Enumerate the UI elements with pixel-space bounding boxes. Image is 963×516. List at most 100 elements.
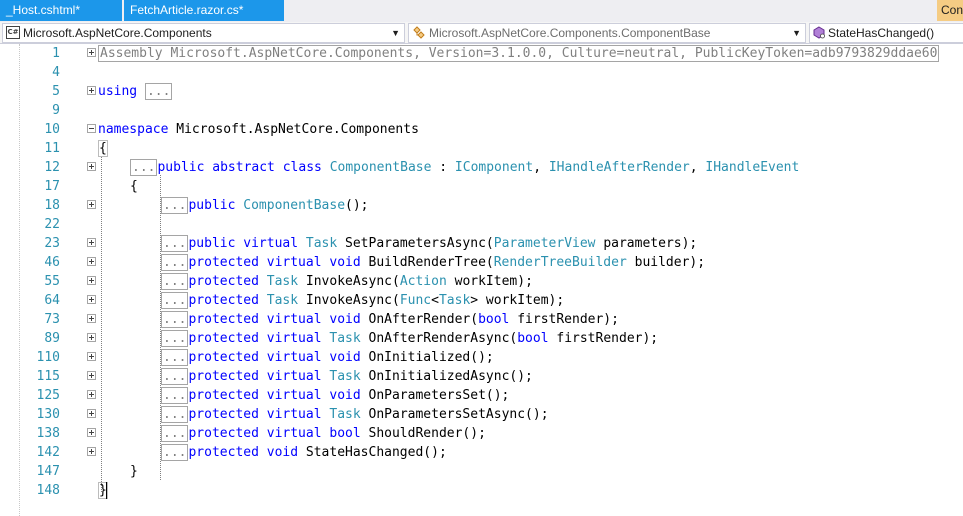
collapsed-region[interactable]: ...	[161, 292, 189, 309]
member-name: InvokeAsync(	[298, 293, 400, 308]
document-tab-bar: _Host.cshtml* FetchArticle.razor.cs* Con	[0, 0, 963, 22]
line-number: 110	[36, 350, 60, 365]
collapsed-region[interactable]: ...	[161, 197, 189, 214]
class-modifiers: public abstract class	[157, 160, 322, 175]
member-name: StateHasChanged();	[298, 445, 447, 460]
expand-icon[interactable]	[87, 238, 96, 247]
member-name: OnInitializedAsync();	[360, 369, 533, 384]
expand-icon[interactable]	[87, 276, 96, 285]
member-rest: builder);	[626, 255, 706, 270]
member-dropdown[interactable]: StateHasChanged()	[809, 23, 963, 43]
member-modifiers: protected virtual	[188, 407, 322, 422]
member-name: OnParametersSetAsync();	[360, 407, 549, 422]
code-line: 142 ... protected void StateHasChanged();	[0, 443, 963, 462]
expand-icon[interactable]	[87, 409, 96, 418]
member-return-type: Task	[329, 407, 361, 422]
member-name: ShouldRender();	[360, 426, 486, 441]
member-return-type: Task	[266, 293, 299, 308]
collapsed-region[interactable]: ...	[161, 235, 189, 252]
expand-icon[interactable]	[87, 48, 96, 57]
code-line: 138 ... protected virtual bool ShouldRend…	[0, 424, 963, 443]
line-number: 147	[36, 464, 60, 479]
expand-icon[interactable]	[87, 162, 96, 171]
class-separator: :	[431, 160, 455, 175]
collapsed-region[interactable]: ...	[161, 368, 189, 385]
interface-name: IHandleEvent	[705, 160, 800, 175]
line-number: 12	[44, 160, 60, 175]
param-type: Task	[438, 293, 471, 308]
member-name: InvokeAsync(	[298, 274, 400, 289]
line-number: 9	[52, 103, 60, 118]
text-caret	[106, 482, 107, 499]
line-number: 10	[44, 122, 60, 137]
code-line: 147 }	[0, 462, 963, 481]
collapsed-region[interactable]: ...	[161, 330, 189, 347]
collapsed-region[interactable]: ...	[161, 444, 189, 461]
member-name: OnAfterRender(	[360, 312, 479, 327]
line-number: 17	[44, 179, 60, 194]
expand-icon[interactable]	[87, 295, 96, 304]
collapsed-region[interactable]: ...	[130, 159, 158, 176]
expand-icon[interactable]	[87, 371, 96, 380]
expand-icon[interactable]	[87, 352, 96, 361]
expand-icon[interactable]	[87, 86, 96, 95]
collapsed-region[interactable]: ...	[161, 349, 189, 366]
code-line: 17 {	[0, 177, 963, 196]
member-modifiers: protected virtual	[188, 369, 322, 384]
code-line: 110 ... protected virtual void OnInitiali…	[0, 348, 963, 367]
code-editor[interactable]: 1 Assembly Microsoft.AspNetCore.Componen…	[0, 44, 963, 516]
expand-icon[interactable]	[87, 447, 96, 456]
code-line: 1 Assembly Microsoft.AspNetCore.Componen…	[0, 44, 963, 63]
member-name: OnAfterRenderAsync(	[360, 331, 518, 346]
line-number: 1	[52, 46, 60, 61]
navigation-bar: C# Microsoft.AspNetCore.Components ▼ Micr…	[0, 22, 963, 44]
param-type: RenderTreeBuilder	[493, 255, 627, 270]
assembly-header-collapsed[interactable]: Assembly Microsoft.AspNetCore.Components…	[98, 45, 940, 62]
code-line: 46 ... protected virtual void BuildRender…	[0, 253, 963, 272]
code-line: 9	[0, 101, 963, 120]
tab-overflow-preview[interactable]: Con	[937, 0, 963, 21]
line-number: 5	[52, 84, 60, 99]
collapsed-region[interactable]: ...	[161, 387, 189, 404]
member-modifiers: protected virtual void	[188, 388, 361, 403]
expand-icon[interactable]	[87, 257, 96, 266]
member-modifiers: protected virtual bool	[188, 426, 361, 441]
expand-icon[interactable]	[87, 314, 96, 323]
member-rest: parameters);	[595, 236, 698, 251]
collapse-icon[interactable]	[87, 124, 96, 133]
expand-icon[interactable]	[87, 333, 96, 342]
line-number: 89	[44, 331, 60, 346]
member-name: OnInitialized();	[360, 350, 494, 365]
collapsed-region[interactable]: ...	[161, 425, 189, 442]
member-return-type: Task	[329, 369, 361, 384]
member-rest: > workItem);	[470, 293, 565, 308]
expand-icon[interactable]	[87, 428, 96, 437]
tab-fetcharticle-razor-cs[interactable]: FetchArticle.razor.cs*	[124, 0, 284, 21]
member-return-type: Task	[305, 236, 338, 251]
expand-icon[interactable]	[87, 390, 96, 399]
expand-icon[interactable]	[87, 200, 96, 209]
class-close-brace: }	[130, 464, 138, 479]
chevron-down-icon: ▼	[391, 28, 400, 38]
code-line: 130 ... protected virtual Task OnParamete…	[0, 405, 963, 424]
namespace-keyword: namespace	[98, 122, 169, 137]
member-name: OnParametersSet();	[360, 388, 510, 403]
collapsed-region[interactable]: ...	[144, 83, 173, 100]
type-dropdown[interactable]: Microsoft.AspNetCore.Components.Componen…	[408, 23, 806, 43]
project-dropdown[interactable]: C# Microsoft.AspNetCore.Components ▼	[2, 23, 405, 43]
tab-host-cshtml[interactable]: _Host.cshtml*	[0, 0, 122, 21]
interface-name: IComponent	[454, 160, 534, 175]
member-dropdown-value: StateHasChanged()	[828, 26, 935, 40]
member-modifiers: protected	[188, 274, 259, 289]
collapsed-region[interactable]: ...	[161, 311, 189, 328]
member-name: BuildRenderTree(	[360, 255, 494, 270]
code-line: 4	[0, 63, 963, 82]
collapsed-region[interactable]: ...	[161, 273, 189, 290]
collapsed-region[interactable]: ...	[161, 254, 189, 271]
line-number: 18	[44, 198, 60, 213]
code-line: 5 using ...	[0, 82, 963, 101]
line-number: 55	[44, 274, 60, 289]
line-number: 22	[44, 217, 60, 232]
line-number: 115	[36, 369, 60, 384]
collapsed-region[interactable]: ...	[161, 406, 189, 423]
